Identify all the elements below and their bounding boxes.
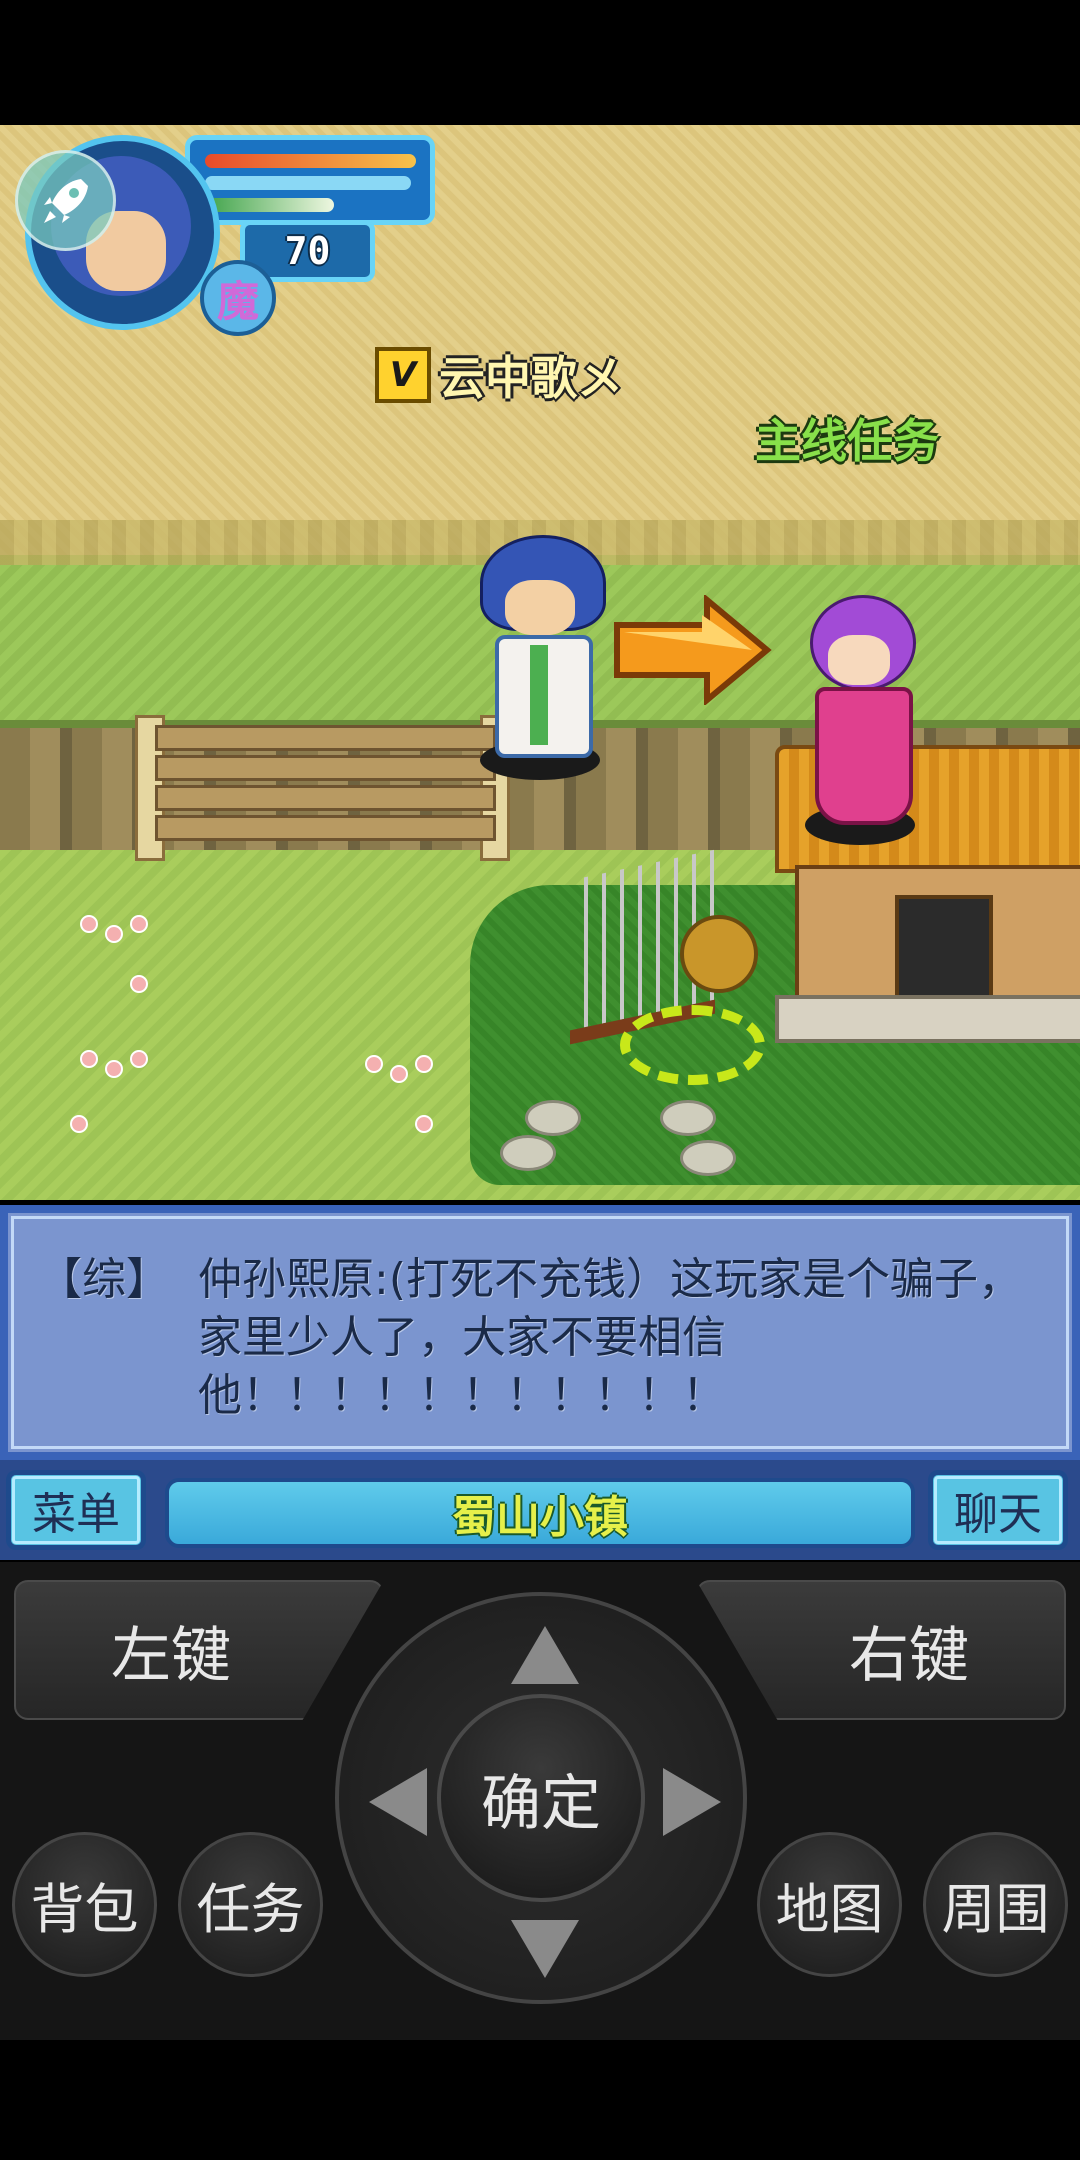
quest-button[interactable]: 任务 [178, 1832, 323, 1977]
flower [415, 1055, 433, 1073]
vip-badge: V [375, 347, 431, 403]
stone [525, 1100, 581, 1136]
player-name: 云中歌メ [439, 351, 623, 405]
faction-badge: 魔 [200, 260, 276, 336]
rocket-icon[interactable] [15, 150, 116, 251]
flower [70, 1115, 88, 1133]
npc-quest-label: 主线任务 [755, 414, 939, 468]
flower [105, 1060, 123, 1078]
current-location: 蜀山小镇 [165, 1478, 915, 1548]
flower [80, 1050, 98, 1068]
bag-button[interactable]: 背包 [12, 1832, 157, 1977]
hp-bar [205, 154, 416, 168]
chat-channel: 【综】 [38, 1254, 170, 1305]
flower [415, 1115, 433, 1133]
ok-button[interactable]: 确定 [437, 1694, 645, 1902]
bronze-gong [680, 915, 758, 993]
nearby-button[interactable]: 周围 [923, 1832, 1068, 1977]
dpad-down-icon[interactable] [511, 1920, 579, 1978]
stone [680, 1140, 736, 1176]
move-target-ring [620, 1005, 765, 1085]
dpad-right-icon[interactable] [663, 1768, 721, 1836]
dpad-up-icon[interactable] [511, 1626, 579, 1684]
chat-message: 【综】 仲孙熙原:(打死不充钱）这玩家是个骗子，家里少人了，大家不要相信他！！！… [38, 1251, 1058, 1425]
flower [130, 915, 148, 933]
right-soft-key[interactable]: 右键 [696, 1580, 1066, 1720]
left-soft-key[interactable]: 左键 [14, 1580, 384, 1720]
virtual-keypad: 左键 右键 确定 背包 任务 地图 周围 [0, 1562, 1080, 2040]
exp-bar [205, 198, 334, 212]
dpad-left-icon[interactable] [369, 1768, 427, 1836]
dpad[interactable]: 确定 [335, 1592, 747, 2004]
flower [130, 975, 148, 993]
wooden-steps [135, 715, 510, 861]
chat-panel[interactable]: 【综】 仲孙熙原:(打死不充钱）这玩家是个骗子，家里少人了，大家不要相信他！！！… [0, 1205, 1080, 1460]
stone [500, 1135, 556, 1171]
flower [130, 1050, 148, 1068]
flower [105, 925, 123, 943]
mp-bar [205, 176, 412, 190]
menu-button[interactable]: 菜单 [6, 1470, 146, 1550]
stone [660, 1100, 716, 1136]
game-bottom-bar: 菜单 蜀山小镇 聊天 [0, 1460, 1080, 1560]
chat-message-text: 仲孙熙原:(打死不充钱）这玩家是个骗子，家里少人了，大家不要相信他！！！！！！！… [198, 1254, 1022, 1421]
arrow-right-icon [614, 595, 772, 705]
flower [390, 1065, 408, 1083]
player-character[interactable] [470, 535, 610, 780]
chat-button[interactable]: 聊天 [928, 1470, 1068, 1550]
status-bars [185, 135, 435, 225]
map-button[interactable]: 地图 [757, 1832, 902, 1977]
flower [365, 1055, 383, 1073]
player-name-tag: V 云中歌メ [375, 345, 623, 405]
quest-npc[interactable] [800, 595, 920, 845]
flower [80, 915, 98, 933]
